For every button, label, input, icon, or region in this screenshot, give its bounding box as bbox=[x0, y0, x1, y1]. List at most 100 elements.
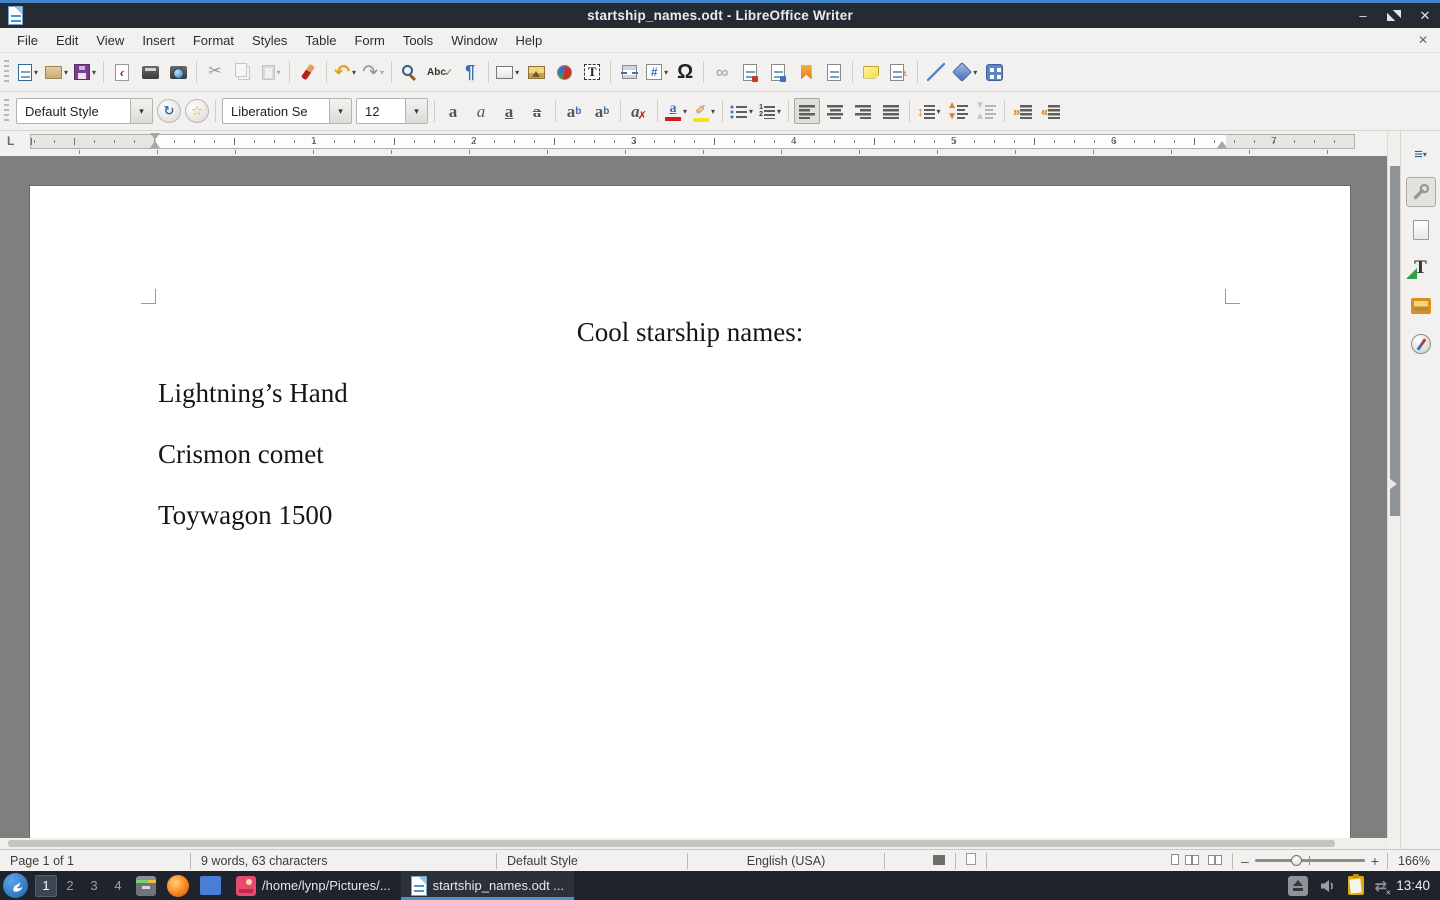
paragraph-style-combobox[interactable]: Default Style ▾ bbox=[16, 98, 153, 124]
single-page-view-button[interactable] bbox=[1171, 854, 1179, 865]
menu-window[interactable]: Window bbox=[442, 31, 506, 50]
insert-textbox-button[interactable]: T bbox=[579, 59, 605, 85]
font-color-button[interactable]: a ▾ bbox=[663, 98, 689, 124]
strikethrough-button[interactable]: a bbox=[524, 98, 550, 124]
formatting-marks-button[interactable]: ¶ bbox=[457, 59, 483, 85]
justified-button[interactable] bbox=[878, 98, 904, 124]
close-button[interactable]: ✕ bbox=[1418, 8, 1432, 24]
status-insert-mode[interactable] bbox=[885, 854, 955, 868]
document-line[interactable]: Toywagon 1500 bbox=[158, 499, 1350, 531]
firefox-launcher[interactable] bbox=[166, 874, 190, 898]
menu-form[interactable]: Form bbox=[345, 31, 393, 50]
line-spacing-button[interactable]: ↕▾ bbox=[915, 98, 943, 124]
workspace-4[interactable]: 4 bbox=[107, 875, 129, 897]
maximize-button[interactable] bbox=[1387, 10, 1401, 21]
menu-edit[interactable]: Edit bbox=[47, 31, 87, 50]
insert-line-button[interactable] bbox=[923, 59, 949, 85]
horizontal-scrollbar[interactable] bbox=[0, 838, 1387, 849]
sidebar-tab-styles[interactable]: T bbox=[1406, 253, 1436, 283]
document-heading[interactable]: Cool starship names: bbox=[30, 316, 1350, 348]
menu-styles[interactable]: Styles bbox=[243, 31, 296, 50]
taskbar-window-writer[interactable]: startship_names.odt ... bbox=[401, 871, 575, 900]
status-zoom-level[interactable]: 166% bbox=[1388, 854, 1440, 868]
insert-page-break-button[interactable] bbox=[616, 59, 642, 85]
menu-view[interactable]: View bbox=[87, 31, 133, 50]
taskbar-window-pictures[interactable]: /home/lynp/Pictures/... bbox=[226, 871, 401, 900]
draw-functions-button[interactable] bbox=[981, 59, 1007, 85]
horizontal-scrollbar-thumb[interactable] bbox=[8, 840, 1335, 847]
vertical-scrollbar-thumb[interactable] bbox=[1390, 166, 1400, 516]
status-selection-mode[interactable] bbox=[956, 853, 986, 868]
underline-button[interactable]: a bbox=[496, 98, 522, 124]
menu-help[interactable]: Help bbox=[506, 31, 551, 50]
ordered-list-button[interactable]: 12▾ bbox=[757, 98, 783, 124]
unordered-list-button[interactable]: ▾ bbox=[728, 98, 755, 124]
insert-endnote-button[interactable] bbox=[765, 59, 791, 85]
sidebar-tab-navigator[interactable] bbox=[1406, 329, 1436, 359]
paragraph-style-dropdown[interactable]: ▾ bbox=[130, 99, 152, 123]
applications-menu-button[interactable] bbox=[3, 873, 28, 898]
workspace-1[interactable]: 1 bbox=[35, 875, 57, 897]
subscript-button[interactable]: ab bbox=[589, 98, 615, 124]
left-indent-marker[interactable] bbox=[150, 141, 160, 148]
font-size-combobox[interactable]: 12 ▾ bbox=[356, 98, 428, 124]
status-language[interactable]: English (USA) bbox=[688, 854, 884, 868]
save-button[interactable]: ▾ bbox=[72, 59, 98, 85]
clear-formatting-button[interactable]: a✗ bbox=[626, 98, 652, 124]
cross-reference-button[interactable] bbox=[821, 59, 847, 85]
insert-bookmark-button[interactable] bbox=[793, 59, 819, 85]
italic-button[interactable]: a bbox=[468, 98, 494, 124]
insert-chart-button[interactable] bbox=[551, 59, 577, 85]
clock[interactable]: 13:40 bbox=[1396, 878, 1430, 893]
title-bar[interactable]: startship_names.odt - LibreOffice Writer… bbox=[0, 0, 1440, 28]
sidebar-tab-properties[interactable] bbox=[1406, 177, 1436, 207]
sidebar-settings-button[interactable]: ≡▾ bbox=[1406, 139, 1436, 169]
find-replace-button[interactable] bbox=[397, 59, 423, 85]
clipboard-manager-icon[interactable] bbox=[1348, 876, 1364, 895]
special-character-button[interactable]: Ω bbox=[672, 59, 698, 85]
align-left-button[interactable] bbox=[794, 98, 820, 124]
bold-button[interactable]: a bbox=[440, 98, 466, 124]
insert-comment-button[interactable] bbox=[858, 59, 884, 85]
vertical-scrollbar[interactable] bbox=[1387, 131, 1400, 838]
zoom-in-button[interactable]: + bbox=[1371, 853, 1379, 869]
status-word-count[interactable]: 9 words, 63 characters bbox=[191, 854, 496, 868]
horizontal-ruler[interactable]: 1 2 3 4 5 6 7 bbox=[30, 134, 1355, 149]
highlight-color-button[interactable]: ✎ ▾ bbox=[691, 98, 717, 124]
document-page[interactable]: Cool starship names: Lightning’s Hand Cr… bbox=[30, 186, 1350, 838]
insert-footnote-button[interactable] bbox=[737, 59, 763, 85]
document-line[interactable]: Crismon comet bbox=[158, 438, 1350, 470]
decrease-indent-button[interactable]: « bbox=[1038, 98, 1064, 124]
spelling-button[interactable]: Abc✓ bbox=[425, 59, 455, 85]
tab-stop-selector[interactable]: L bbox=[7, 135, 20, 148]
align-center-button[interactable] bbox=[822, 98, 848, 124]
book-view-button[interactable] bbox=[1208, 855, 1215, 865]
volume-icon[interactable] bbox=[1319, 878, 1337, 894]
track-changes-button[interactable]: ✎ bbox=[886, 59, 912, 85]
menu-table[interactable]: Table bbox=[296, 31, 345, 50]
toolbar-grip[interactable] bbox=[4, 60, 9, 84]
first-line-indent-marker[interactable] bbox=[150, 133, 160, 140]
export-pdf-button[interactable]: ‹ bbox=[109, 59, 135, 85]
menu-file[interactable]: File bbox=[8, 31, 47, 50]
multi-page-view-button[interactable] bbox=[1185, 855, 1192, 865]
basic-shapes-button[interactable]: ▾ bbox=[951, 59, 979, 85]
update-style-button[interactable]: ↻ bbox=[157, 99, 181, 123]
insert-image-button[interactable] bbox=[523, 59, 549, 85]
right-indent-marker[interactable] bbox=[1217, 141, 1227, 148]
sidebar-collapse-arrow-icon[interactable] bbox=[1390, 479, 1397, 489]
print-preview-button[interactable] bbox=[165, 59, 191, 85]
superscript-button[interactable]: ab bbox=[561, 98, 587, 124]
menu-insert[interactable]: Insert bbox=[133, 31, 184, 50]
open-button[interactable]: ▾ bbox=[43, 59, 70, 85]
increase-paragraph-spacing-button[interactable]: ▲▼ bbox=[945, 98, 971, 124]
sidebar-tab-gallery[interactable] bbox=[1406, 291, 1436, 321]
zoom-slider-handle[interactable] bbox=[1291, 855, 1302, 866]
archive-manager-launcher[interactable] bbox=[134, 874, 158, 898]
insert-table-button[interactable]: ▾ bbox=[494, 59, 521, 85]
file-manager-launcher[interactable] bbox=[198, 874, 222, 898]
undo-button[interactable]: ↶▾ bbox=[332, 59, 358, 85]
toolbar-grip[interactable] bbox=[4, 99, 9, 123]
zoom-out-button[interactable]: – bbox=[1241, 853, 1249, 869]
new-style-button[interactable]: ☆ bbox=[185, 99, 209, 123]
